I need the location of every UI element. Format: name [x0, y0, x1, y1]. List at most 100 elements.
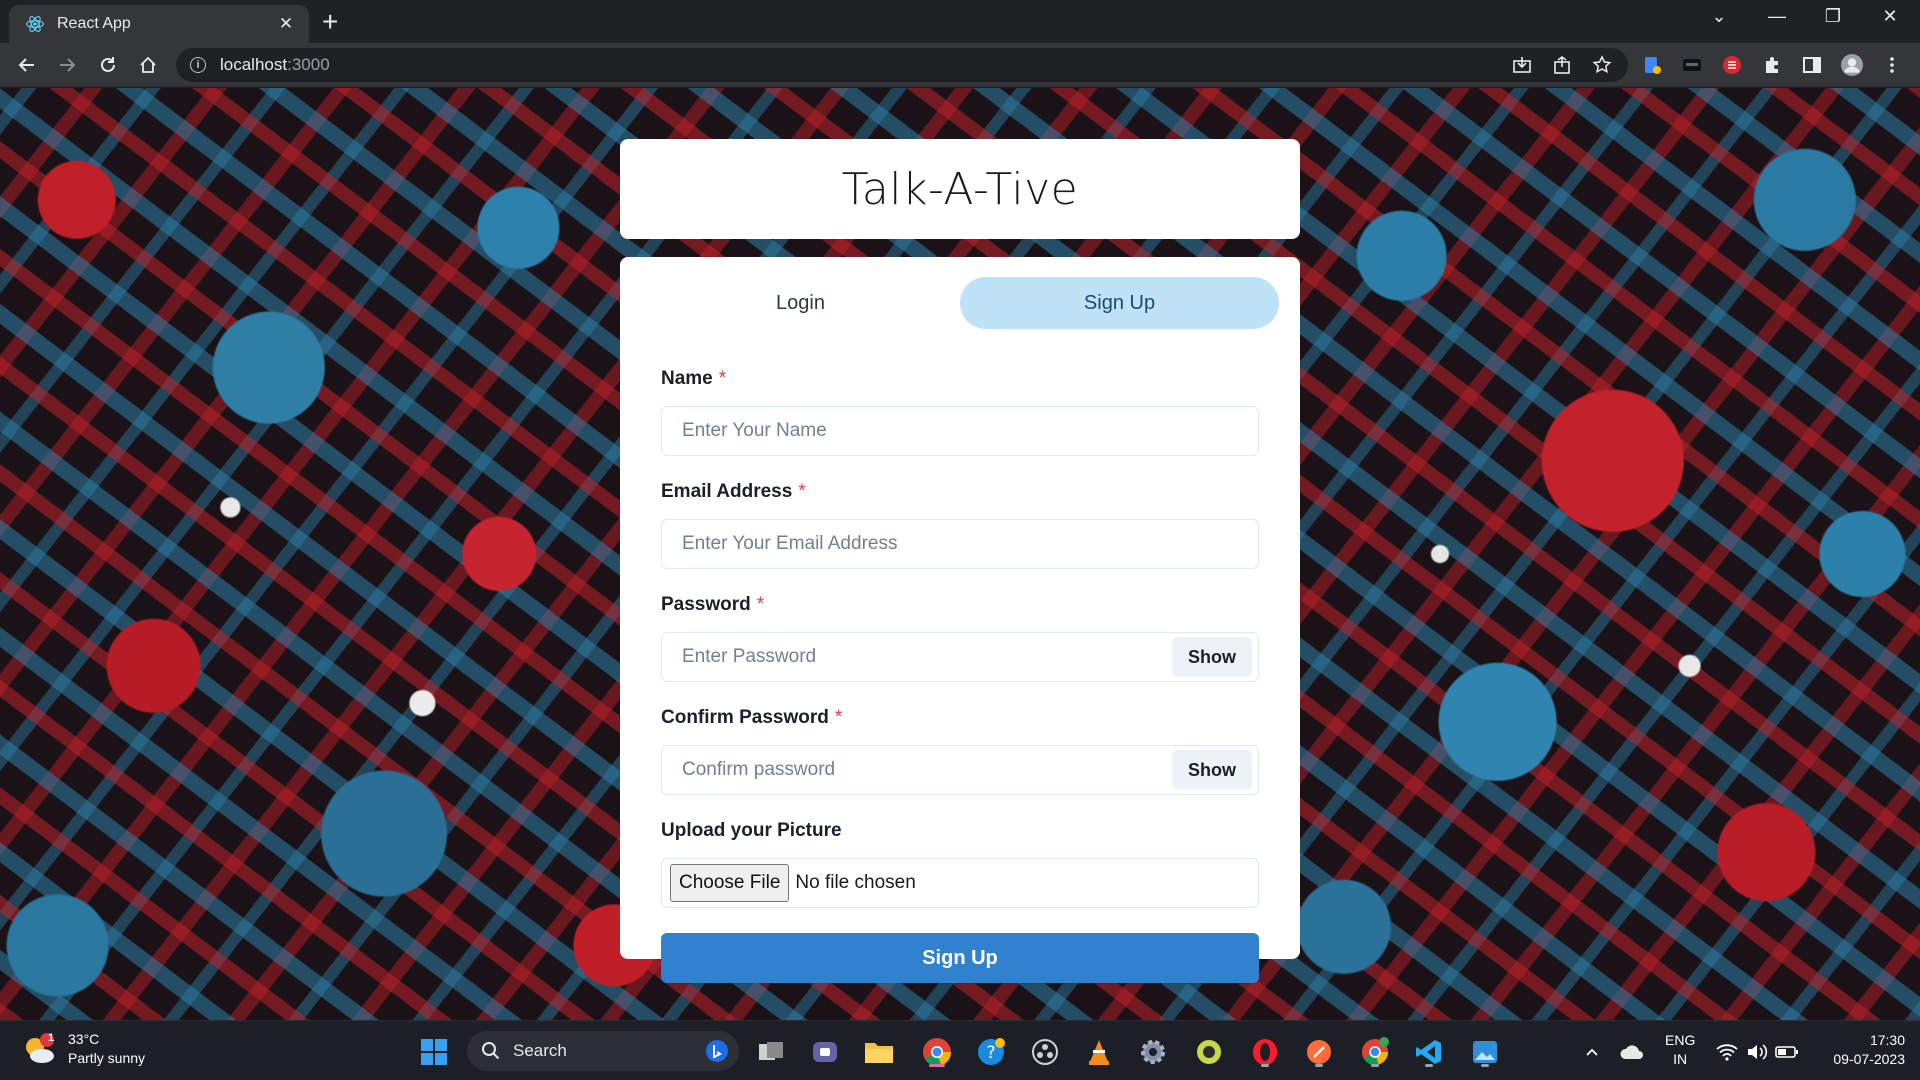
chrome-icon[interactable] [920, 1035, 954, 1069]
password-placeholder: Enter Password [682, 646, 817, 667]
windows-start-icon[interactable] [417, 1035, 451, 1069]
tab-login[interactable]: Login [641, 277, 960, 329]
new-tab-icon[interactable]: + [322, 8, 338, 36]
file-explorer-icon[interactable] [862, 1035, 896, 1069]
obs-icon[interactable] [1028, 1035, 1062, 1069]
site-info-icon[interactable]: i [190, 57, 206, 73]
minimize-icon[interactable]: — [1762, 6, 1792, 27]
extension-red-icon[interactable] [1721, 54, 1743, 76]
sign-up-submit-button[interactable]: Sign Up [661, 933, 1259, 983]
name-input[interactable]: Enter Your Name [661, 406, 1259, 456]
confirm-password-field: Confirm Password * Confirm password Show [661, 702, 1259, 795]
profile-avatar[interactable] [1841, 54, 1863, 76]
email-placeholder: Enter Your Email Address [682, 533, 898, 554]
clock[interactable]: 17:30 09-07-2023 [1815, 1031, 1905, 1069]
confirm-password-placeholder: Confirm password [682, 759, 836, 780]
running-indicator [1261, 1064, 1269, 1067]
weather-badge: 1 [47, 1032, 55, 1044]
language-code: ENG [1665, 1032, 1696, 1048]
clock-time: 17:30 [1869, 1032, 1905, 1048]
picture-file-input[interactable]: Choose File No file chosen [661, 858, 1259, 908]
onedrive-cloud-icon[interactable] [1615, 1035, 1649, 1069]
picture-label: Upload your Picture [661, 820, 842, 841]
choose-file-button[interactable]: Choose File [670, 864, 790, 902]
windows-taskbar: 1 33°C Partly sunny Search ? ENG IN 17:3… [0, 1020, 1920, 1080]
svg-text:?: ? [986, 1043, 995, 1063]
confirm-password-label: Confirm Password [661, 707, 829, 728]
search-icon [482, 1042, 500, 1060]
browser-toolbar: i localhost :3000 [0, 43, 1920, 87]
auth-card: Login Sign Up Name * Enter Your Name Ema… [620, 257, 1300, 983]
reload-icon[interactable] [96, 53, 120, 77]
name-label: Name [661, 368, 713, 389]
required-marker: * [834, 707, 843, 728]
show-confirm-password-button[interactable]: Show [1172, 750, 1252, 790]
confirm-password-input[interactable]: Confirm password Show [661, 745, 1259, 795]
password-input[interactable]: Enter Password Show [661, 632, 1259, 682]
weather-temp: 33°C [68, 1031, 100, 1047]
photos-app-icon[interactable] [1468, 1035, 1502, 1069]
bookmark-star-icon[interactable] [1591, 54, 1613, 76]
teams-chat-icon[interactable] [808, 1035, 842, 1069]
tab-sign-up[interactable]: Sign Up [960, 277, 1279, 329]
required-marker: * [756, 594, 765, 615]
name-placeholder: Enter Your Name [682, 420, 827, 441]
clock-date: 09-07-2023 [1833, 1051, 1905, 1067]
vlc-icon[interactable] [1082, 1035, 1116, 1069]
required-marker: * [798, 481, 806, 502]
address-bar[interactable]: i localhost :3000 [176, 48, 1628, 82]
taskbar-search-input[interactable]: Search [467, 1031, 739, 1071]
tab-search-chevron-icon[interactable]: ⌄ [1704, 6, 1734, 27]
game-app-icon[interactable] [1192, 1035, 1226, 1069]
running-indicator [1425, 1064, 1433, 1067]
weather-widget[interactable]: 1 33°C Partly sunny [22, 1030, 145, 1068]
share-icon[interactable] [1551, 54, 1573, 76]
restore-icon[interactable]: ❐ [1818, 6, 1848, 27]
tray-overflow-chevron-icon[interactable] [1575, 1035, 1609, 1069]
password-label: Password [661, 594, 751, 615]
tab-close-icon[interactable]: ✕ [275, 14, 297, 34]
email-field: Email Address * Enter Your Email Address [661, 476, 1259, 569]
url-port: :3000 [287, 55, 330, 74]
name-field: Name * Enter Your Name [661, 363, 1259, 456]
language-indicator[interactable]: ENG IN [1665, 1031, 1695, 1069]
forward-icon[interactable] [55, 53, 79, 77]
password-field: Password * Enter Password Show [661, 589, 1259, 682]
side-panel-icon[interactable] [1801, 54, 1823, 76]
extension-dark-icon[interactable] [1681, 54, 1703, 76]
running-indicator [1315, 1064, 1323, 1067]
settings-gear-icon[interactable] [1136, 1035, 1170, 1069]
install-app-icon[interactable] [1511, 54, 1533, 76]
picture-field: Upload your Picture Choose File No file … [661, 815, 1259, 908]
extensions-puzzle-icon[interactable] [1761, 54, 1783, 76]
tab-title: React App [57, 15, 131, 32]
file-status: No file chosen [795, 872, 916, 893]
battery-icon[interactable] [1770, 1035, 1804, 1069]
active-app-indicator [929, 1064, 945, 1067]
url-host: localhost [220, 55, 288, 74]
react-favicon-icon [26, 16, 44, 32]
opera-icon[interactable] [1248, 1035, 1282, 1069]
task-view-icon[interactable] [754, 1035, 788, 1069]
browser-tab[interactable]: React App ✕ [9, 5, 309, 43]
close-window-icon[interactable]: ✕ [1875, 6, 1905, 27]
running-indicator [1371, 1064, 1379, 1067]
home-icon[interactable] [136, 53, 160, 77]
chrome-profile-icon[interactable] [1358, 1035, 1392, 1069]
show-password-button[interactable]: Show [1172, 637, 1252, 677]
wifi-icon[interactable] [1710, 1035, 1744, 1069]
language-region: IN [1673, 1051, 1688, 1067]
help-app-icon[interactable]: ? [974, 1035, 1008, 1069]
volume-icon[interactable] [1740, 1035, 1774, 1069]
back-icon[interactable] [15, 53, 39, 77]
search-label: Search [513, 1041, 567, 1060]
browser-menu-icon[interactable] [1881, 54, 1903, 76]
bing-icon [706, 1040, 728, 1062]
browser-tab-strip: React App ✕ + ⌄ — ❐ ✕ [0, 0, 1920, 43]
email-input[interactable]: Enter Your Email Address [661, 519, 1259, 569]
vscode-icon[interactable] [1412, 1035, 1446, 1069]
partly-sunny-icon: 1 [22, 1032, 56, 1066]
extension-doc-icon[interactable] [1641, 54, 1663, 76]
postman-icon[interactable] [1302, 1035, 1336, 1069]
app-title: Talk-A-Tive [841, 163, 1079, 215]
